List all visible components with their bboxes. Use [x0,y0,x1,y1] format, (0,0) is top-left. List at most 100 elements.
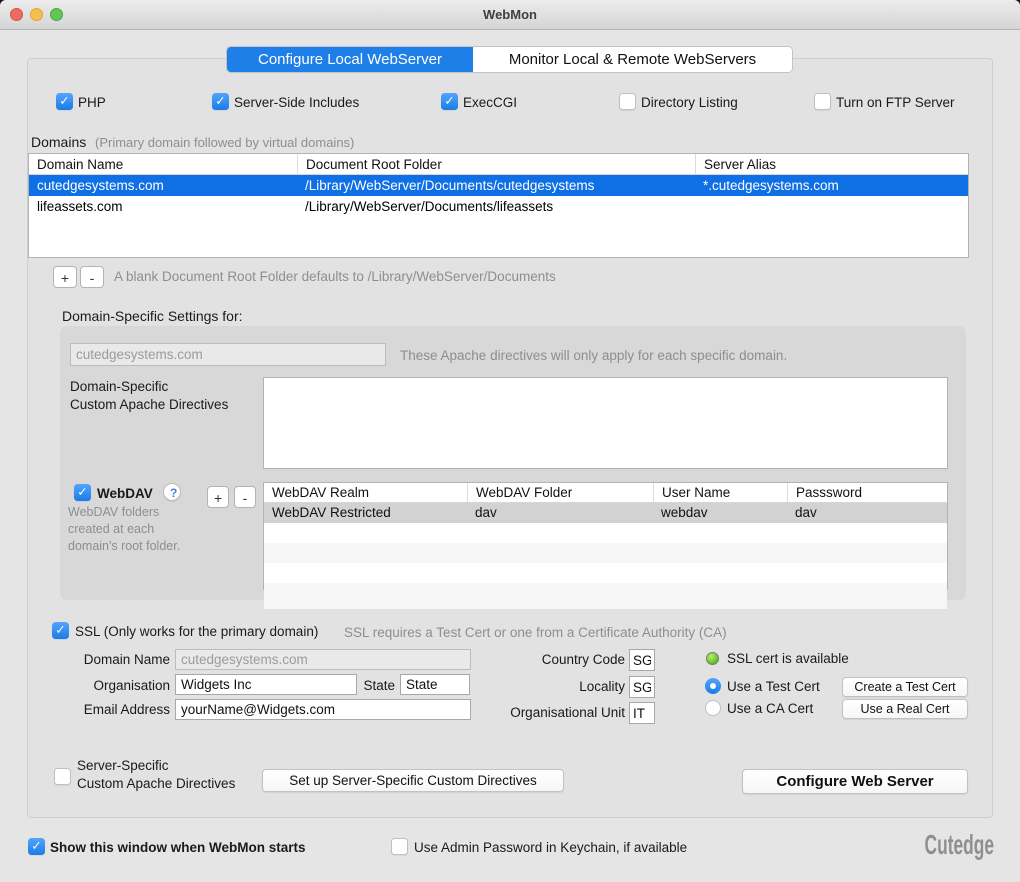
show-window-checkbox[interactable]: ✓ [28,838,45,855]
execcgi-checkbox[interactable]: ✓ [441,93,458,110]
cutedge-logo: Cutedge [925,829,994,861]
domains-row[interactable]: lifeassets.com /Library/WebServer/Docume… [29,196,968,217]
check-icon: ✓ [212,93,229,110]
domains-col-domain-name[interactable]: Domain Name [29,154,297,174]
ssl-country-code-field[interactable] [629,649,655,671]
title-bar: WebMon [0,0,1020,30]
domains-table: Domain Name Document Root Folder Server … [28,153,969,258]
webdav-empty-row [264,563,947,583]
ssl-checkbox[interactable]: ✓ [52,622,69,639]
webdav-empty-row [264,583,947,609]
server-alias-cell: *.cutedgesystems.com [695,175,968,196]
add-domain-button[interactable]: + [53,266,77,288]
keychain-checkbox[interactable] [391,838,408,855]
check-icon: ✓ [52,622,69,639]
ssl-org-unit-label: Organisational Unit [425,705,625,720]
ssl-email-label: Email Address [0,702,170,717]
domain-settings-note: These Apache directives will only apply … [400,348,787,363]
remove-webdav-button[interactable]: - [234,486,256,508]
tab-bar: Configure Local WebServer Monitor Local … [226,46,793,73]
window-title: WebMon [0,7,1020,22]
show-window-label: Show this window when WebMon starts [50,840,306,855]
php-label: PHP [78,95,106,110]
use-ca-cert-label: Use a CA Cert [727,701,813,716]
ssl-cert-status-label: SSL cert is available [727,651,849,666]
webdav-description-line2: created at each [68,522,154,536]
setup-server-directives-button[interactable]: Set up Server-Specific Custom Directives [262,769,564,792]
tab-configure-local-webserver[interactable]: Configure Local WebServer [227,47,473,72]
webdav-description-line1: WebDAV folders [68,505,159,519]
use-test-cert-label: Use a Test Cert [727,679,820,694]
ssl-organisation-label: Organisation [0,678,170,693]
domains-hint: A blank Document Root Folder defaults to… [114,269,556,284]
webdav-realm-cell: WebDAV Restricted [264,503,467,523]
ssl-country-code-label: Country Code [425,652,625,667]
ssl-cert-status-led-icon [706,652,719,665]
webdav-folder-cell: dav [467,503,653,523]
webdav-table: WebDAV Realm WebDAV Folder User Name Pas… [263,482,948,590]
webdav-checkbox[interactable]: ✓ [74,484,91,501]
check-icon: ✓ [441,93,458,110]
webdav-table-header: WebDAV Realm WebDAV Folder User Name Pas… [264,483,947,503]
webdav-col-realm[interactable]: WebDAV Realm [264,483,467,502]
domain-name-cell: lifeassets.com [29,196,297,217]
use-ca-cert-radio[interactable] [705,700,721,716]
server-specific-label-line2: Custom Apache Directives [77,776,235,791]
webdav-empty-row [264,543,947,563]
webdav-empty-row [264,523,947,543]
webdav-description-line3: domain's root folder. [68,539,180,553]
add-webdav-button[interactable]: + [207,486,229,508]
check-icon: ✓ [74,484,91,501]
ftp-server-checkbox[interactable] [814,93,831,110]
directory-listing-checkbox[interactable] [619,93,636,110]
ftp-server-label: Turn on FTP Server [836,95,955,110]
domains-row-selected[interactable]: cutedgesystems.com /Library/WebServer/Do… [29,175,968,196]
server-specific-checkbox[interactable] [54,768,71,785]
domain-settings-domain-field[interactable] [70,343,386,366]
use-real-cert-button[interactable]: Use a Real Cert [842,699,968,719]
ssl-note: SSL requires a Test Cert or one from a C… [344,625,727,640]
domains-col-server-alias[interactable]: Server Alias [695,154,968,174]
directives-label-line1: Domain-Specific [70,379,168,394]
domains-section-label: Domains [31,134,86,150]
check-icon: ✓ [28,838,45,855]
keychain-label: Use Admin Password in Keychain, if avail… [414,840,687,855]
document-root-cell: /Library/WebServer/Documents/lifeassets [297,196,695,217]
execcgi-label: ExecCGI [463,95,517,110]
webdav-label: WebDAV [97,486,153,501]
directives-label-line2: Custom Apache Directives [70,397,228,412]
domains-col-document-root[interactable]: Document Root Folder [297,154,695,174]
ssl-org-unit-field[interactable] [629,702,655,724]
webdav-user-cell: webdav [653,503,787,523]
ssl-domain-name-label: Domain Name [0,652,170,667]
domains-section-sublabel: (Primary domain followed by virtual doma… [95,135,354,150]
domains-table-header: Domain Name Document Root Folder Server … [29,154,968,175]
custom-apache-directives-textarea[interactable] [263,377,948,469]
webmon-window: WebMon Configure Local WebServer Monitor… [0,0,1020,882]
check-icon: ✓ [56,93,73,110]
use-test-cert-radio[interactable] [705,678,721,694]
directory-listing-label: Directory Listing [641,95,738,110]
create-test-cert-button[interactable]: Create a Test Cert [842,677,968,697]
server-alias-cell [695,196,968,217]
server-side-includes-checkbox[interactable]: ✓ [212,93,229,110]
domain-name-cell: cutedgesystems.com [29,175,297,196]
document-root-cell: /Library/WebServer/Documents/cutedgesyst… [297,175,695,196]
webdav-password-cell: dav [787,503,947,523]
ssl-state-label: State [292,678,395,693]
ssl-locality-field[interactable] [629,676,655,698]
ssl-locality-label: Locality [425,679,625,694]
ssl-label: SSL (Only works for the primary domain) [75,624,318,639]
domain-settings-title: Domain-Specific Settings for: [62,308,243,324]
server-specific-label-line1: Server-Specific [77,758,169,773]
webdav-col-folder[interactable]: WebDAV Folder [467,483,653,502]
configure-web-server-button[interactable]: Configure Web Server [742,769,968,794]
server-side-includes-label: Server-Side Includes [234,95,359,110]
webdav-help-button[interactable]: ? [163,483,181,501]
tab-monitor-webservers[interactable]: Monitor Local & Remote WebServers [473,47,792,72]
webdav-row-selected[interactable]: WebDAV Restricted dav webdav dav [264,503,947,523]
webdav-col-user[interactable]: User Name [653,483,787,502]
php-checkbox[interactable]: ✓ [56,93,73,110]
webdav-col-password[interactable]: Passsword [787,483,947,502]
remove-domain-button[interactable]: - [80,266,104,288]
